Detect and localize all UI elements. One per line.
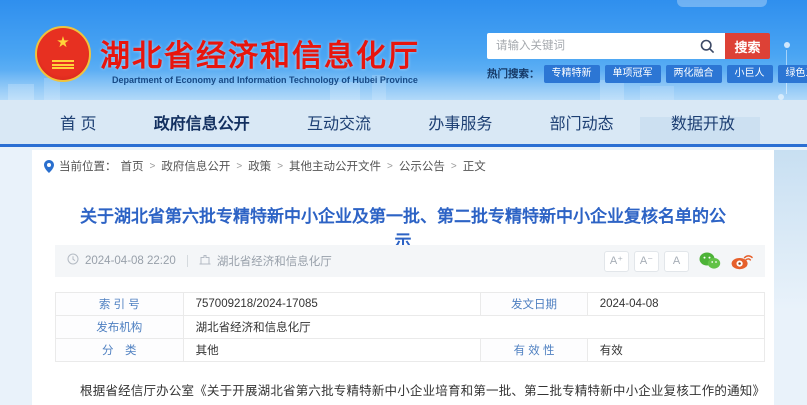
site-header: 湖北省经济和信息化厅 Department of Economy and Inf… [0, 0, 807, 100]
hot-tag-xiaojuren[interactable]: 小巨人 [727, 65, 773, 83]
main-nav: 首 页 政府信息公开 互动交流 办事服务 部门动态 数据开放 [0, 100, 807, 147]
hot-tag-danxiangguanjun[interactable]: 单项冠军 [605, 65, 661, 83]
font-default-button[interactable]: A [664, 251, 689, 272]
circuit-decoration [784, 42, 790, 48]
breadcrumb-separator: > [150, 161, 156, 172]
main-area: 当前位置： 首页 > 政府信息公开 > 政策 > 其他主动公开文件 > 公示公告… [0, 150, 807, 405]
national-emblem-icon [35, 26, 91, 82]
site-title: 湖北省经济和信息化厅 [100, 31, 540, 75]
breadcrumb-separator: > [451, 161, 457, 172]
validity-label: 有 效 性 [481, 339, 587, 362]
source-name: 湖北省经济和信息化厅 [217, 253, 332, 269]
font-increase-button[interactable]: A⁺ [604, 251, 629, 272]
issue-date-label: 发文日期 [481, 293, 587, 316]
nav-gov-info-disclosure[interactable]: 政府信息公开 [154, 110, 250, 134]
hot-tag-lianghuaronghe[interactable]: 两化融合 [666, 65, 722, 83]
nav-services[interactable]: 办事服务 [428, 110, 492, 134]
background-cityscape-decoration [773, 150, 807, 310]
search-icon[interactable] [700, 39, 715, 54]
publisher-value: 湖北省经济和信息化厅 [183, 316, 764, 339]
breadcrumb-separator: > [277, 161, 283, 172]
breadcrumb-separator: > [387, 161, 393, 172]
breadcrumb-separator: > [236, 161, 242, 172]
hot-search-label: 热门搜索： [487, 66, 540, 81]
site-subtitle: Department of Economy and Information Te… [100, 72, 430, 89]
hot-tag-zhuanjingtexin[interactable]: 专精特新 [544, 65, 600, 83]
table-row: 索 引 号 757009218/2024-17085 发文日期 2024-04-… [56, 293, 765, 316]
index-number-label: 索 引 号 [56, 293, 184, 316]
content-card: 当前位置： 首页 > 政府信息公开 > 政策 > 其他主动公开文件 > 公示公告… [32, 150, 774, 405]
breadcrumb-other-docs[interactable]: 其他主动公开文件 [289, 158, 381, 174]
table-row: 发布机构 湖北省经济和信息化厅 [56, 316, 765, 339]
validity-value: 有效 [587, 339, 764, 362]
breadcrumb-gov-info[interactable]: 政府信息公开 [161, 158, 230, 174]
category-label: 分 类 [56, 339, 184, 362]
wechat-share-icon[interactable] [699, 252, 721, 270]
meta-bar: 2024-04-08 22:20 湖北省经济和信息化厅 A⁺ A⁻ A [55, 245, 765, 277]
search-button[interactable]: 搜索 [725, 33, 770, 59]
nav-home[interactable]: 首 页 [60, 110, 96, 134]
breadcrumb: 当前位置： 首页 > 政府信息公开 > 政策 > 其他主动公开文件 > 公示公告… [44, 158, 486, 174]
table-row: 分 类 其他 有 效 性 有效 [56, 339, 765, 362]
breadcrumb-home[interactable]: 首页 [121, 158, 144, 174]
page: 湖北省经济和信息化厅 Department of Economy and Inf… [0, 0, 807, 405]
meta-divider [187, 255, 188, 267]
source-icon [199, 252, 211, 270]
top-pill-decoration [677, 0, 767, 7]
article-body: 根据省经信厅办公室《关于开展湖北省第六批专精特新中小企业培育和第一批、第二批专精… [55, 381, 765, 405]
publish-time: 2024-04-08 22:20 [85, 255, 176, 267]
issue-date-value: 2024-04-08 [587, 293, 764, 316]
font-decrease-button[interactable]: A⁻ [634, 251, 659, 272]
nav-open-data[interactable]: 数据开放 [671, 110, 735, 134]
hot-tag-lvsegongchang[interactable]: 绿色工厂 [778, 65, 807, 83]
nav-interaction[interactable]: 互动交流 [307, 110, 371, 134]
weibo-share-icon[interactable] [731, 252, 753, 270]
breadcrumb-current: 正文 [463, 158, 486, 174]
location-pin-icon [44, 160, 54, 173]
document-info-table: 索 引 号 757009218/2024-17085 发文日期 2024-04-… [55, 292, 765, 362]
hot-search-row: 热门搜索： 专精特新 单项冠军 两化融合 小巨人 绿色工厂 [487, 64, 807, 83]
search-input[interactable] [487, 33, 725, 59]
publisher-label: 发布机构 [56, 316, 184, 339]
nav-department-news[interactable]: 部门动态 [550, 110, 614, 134]
clock-icon [67, 252, 79, 270]
breadcrumb-announcements[interactable]: 公示公告 [399, 158, 445, 174]
category-value: 其他 [183, 339, 481, 362]
index-number-value: 757009218/2024-17085 [183, 293, 481, 316]
breadcrumb-policy[interactable]: 政策 [248, 158, 271, 174]
breadcrumb-prefix: 当前位置： [59, 158, 117, 174]
